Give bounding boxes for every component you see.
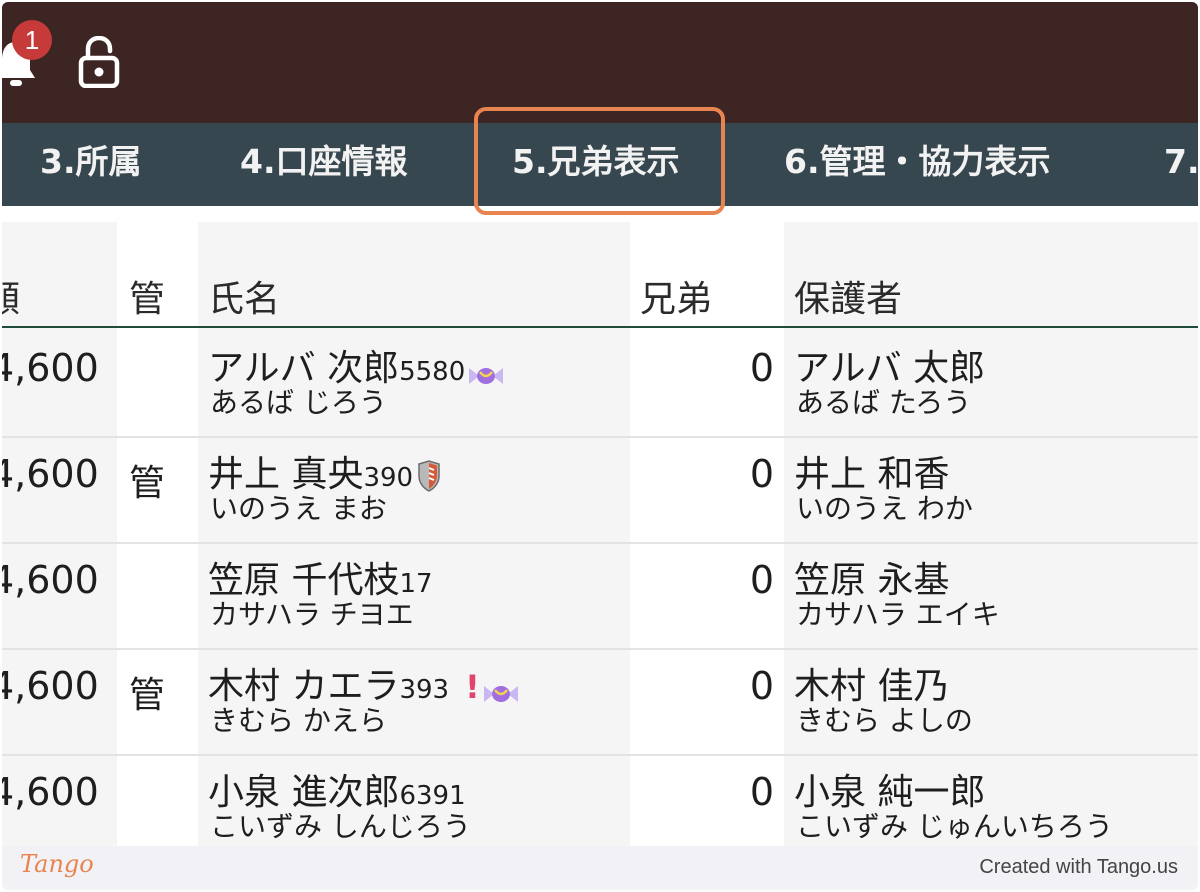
guardian-kana: あるば たろう bbox=[796, 386, 972, 419]
student-name-text: 笠原 千代枝 bbox=[208, 560, 400, 601]
row-divider bbox=[2, 436, 1198, 438]
siblings-count: 0 bbox=[749, 452, 774, 496]
header-divider bbox=[2, 326, 1198, 328]
tab-7[interactable]: 7.７ bbox=[1164, 123, 1198, 206]
tab-account-info[interactable]: 4.口座情報 bbox=[240, 123, 408, 206]
tab-management[interactable]: 6.管理・協力表示 bbox=[784, 123, 1051, 206]
candy-icon bbox=[467, 358, 505, 384]
student-name[interactable]: アルバ 次郎5580 bbox=[208, 350, 505, 391]
student-name-text: アルバ 次郎 bbox=[208, 348, 400, 389]
app-header: 1 bbox=[2, 2, 1198, 123]
kan-cell: 管 bbox=[129, 463, 166, 504]
exclamation-icon: ! bbox=[465, 668, 480, 706]
student-kana: いのうえ まお bbox=[210, 492, 387, 525]
guardian-kana: きむら よしの bbox=[796, 704, 973, 737]
student-name-text: 井上 真央 bbox=[208, 454, 364, 495]
student-name-text: 木村 カエラ bbox=[208, 666, 400, 707]
siblings-count: 0 bbox=[749, 770, 774, 814]
student-id: 390 bbox=[363, 463, 414, 493]
guardian-kana: こいずみ じゅんいちろう bbox=[796, 810, 1113, 843]
student-id: 5580 bbox=[399, 357, 466, 387]
shield-icon bbox=[417, 460, 441, 492]
tango-footer: Tango Created with Tango.us bbox=[2, 846, 1198, 890]
siblings-count: 0 bbox=[749, 346, 774, 390]
student-id: 6391 bbox=[399, 781, 466, 811]
student-kana: こいずみ しんじろう bbox=[210, 810, 471, 843]
tango-logo: Tango bbox=[20, 850, 94, 878]
column-header-kan[interactable]: 管 bbox=[129, 270, 165, 322]
amount-cell: 4,600 bbox=[2, 770, 99, 814]
student-kana: きむら かえら bbox=[210, 704, 387, 737]
tab-affiliation[interactable]: 3.所属 bbox=[40, 123, 142, 206]
amount-cell: 4,600 bbox=[2, 664, 99, 708]
unlock-icon[interactable] bbox=[78, 35, 120, 89]
tab-siblings[interactable]: 5.兄弟表示 bbox=[512, 123, 680, 206]
guardian-name: アルバ 太郎 bbox=[794, 348, 986, 389]
guardian-name: 小泉 純一郎 bbox=[794, 772, 986, 813]
student-kana: カサハラ チヨエ bbox=[210, 598, 414, 631]
student-name[interactable]: 笠原 千代枝17 bbox=[208, 562, 433, 603]
guardian-kana: カサハラ エイキ bbox=[796, 598, 1000, 631]
row-divider bbox=[2, 754, 1198, 756]
candy-icon bbox=[482, 676, 520, 702]
guardian-name: 井上 和香 bbox=[794, 454, 950, 495]
student-name-text: 小泉 進次郎 bbox=[208, 772, 400, 813]
notification-badge: 1 bbox=[12, 20, 52, 60]
kan-cell: 管 bbox=[129, 675, 166, 716]
column-header-name[interactable]: 氏名 bbox=[208, 270, 280, 322]
amount-cell: 4,600 bbox=[2, 346, 99, 390]
student-name[interactable]: 小泉 進次郎6391 bbox=[208, 774, 466, 815]
column-header-guardian[interactable]: 保護者 bbox=[794, 270, 902, 322]
tango-credit[interactable]: Created with Tango.us bbox=[979, 856, 1178, 879]
guardian-kana: いのうえ わか bbox=[796, 492, 973, 525]
row-divider bbox=[2, 542, 1198, 544]
amount-cell: 4,600 bbox=[2, 558, 99, 602]
amount-cell: 4,600 bbox=[2, 452, 99, 496]
column-header-siblings[interactable]: 兄弟 bbox=[640, 270, 712, 322]
student-name[interactable]: 木村 カエラ393! bbox=[208, 668, 520, 709]
row-divider bbox=[2, 648, 1198, 650]
student-kana: あるば じろう bbox=[210, 386, 387, 419]
student-id: 17 bbox=[399, 569, 433, 599]
siblings-count: 0 bbox=[749, 558, 774, 602]
guardian-name: 笠原 永基 bbox=[794, 560, 950, 601]
column-header-amount[interactable]: 額 bbox=[2, 270, 20, 322]
student-name[interactable]: 井上 真央390 bbox=[208, 456, 441, 497]
student-id: 393 bbox=[399, 675, 450, 705]
tab-bar: 3.所属 4.口座情報 5.兄弟表示 6.管理・協力表示 7.７ bbox=[2, 123, 1198, 206]
guardian-name: 木村 佳乃 bbox=[794, 666, 950, 707]
siblings-count: 0 bbox=[749, 664, 774, 708]
student-table: 額 管 氏名 兄弟 保護者 4,600 アルバ 次郎5580 あるば じろう 0… bbox=[2, 222, 1198, 846]
